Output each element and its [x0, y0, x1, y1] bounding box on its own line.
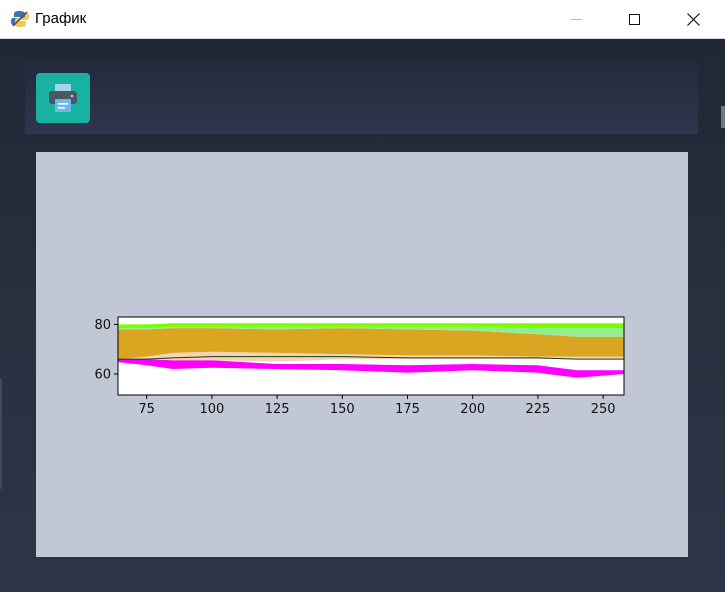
x-tick-label: 100: [199, 402, 224, 417]
window-edge: [0, 379, 2, 489]
plot-panel: 75 100 125 150 175 200 225 250 60 80: [36, 152, 688, 557]
toolbar: [25, 61, 698, 134]
maximize-icon: [628, 13, 640, 25]
close-icon: [686, 12, 700, 26]
x-tick-label: 125: [265, 402, 290, 417]
x-tick-label: 200: [460, 402, 485, 417]
window-title: График: [35, 10, 87, 27]
x-tick-label: 150: [330, 402, 355, 417]
maximize-button[interactable]: [611, 0, 657, 38]
main-window: 75 100 125 150 175 200 225 250 60 80: [0, 39, 725, 592]
minimize-icon: [570, 18, 582, 20]
x-tick-label: 225: [526, 402, 551, 417]
area-chart: 75 100 125 150 175 200 225 250 60 80: [94, 316, 625, 417]
x-tick-label: 250: [591, 402, 616, 417]
print-button[interactable]: [36, 73, 90, 123]
title-bar: График: [0, 0, 725, 39]
close-button[interactable]: [670, 0, 716, 38]
y-tick-label: 80: [94, 318, 111, 333]
python-icon: [11, 11, 29, 27]
minimize-button[interactable]: [553, 0, 599, 38]
printer-icon: [49, 84, 77, 112]
y-tick-label: 60: [94, 367, 111, 382]
x-tick-label: 75: [138, 402, 155, 417]
x-tick-label: 175: [395, 402, 420, 417]
scrollbar-thumb[interactable]: [721, 106, 725, 128]
